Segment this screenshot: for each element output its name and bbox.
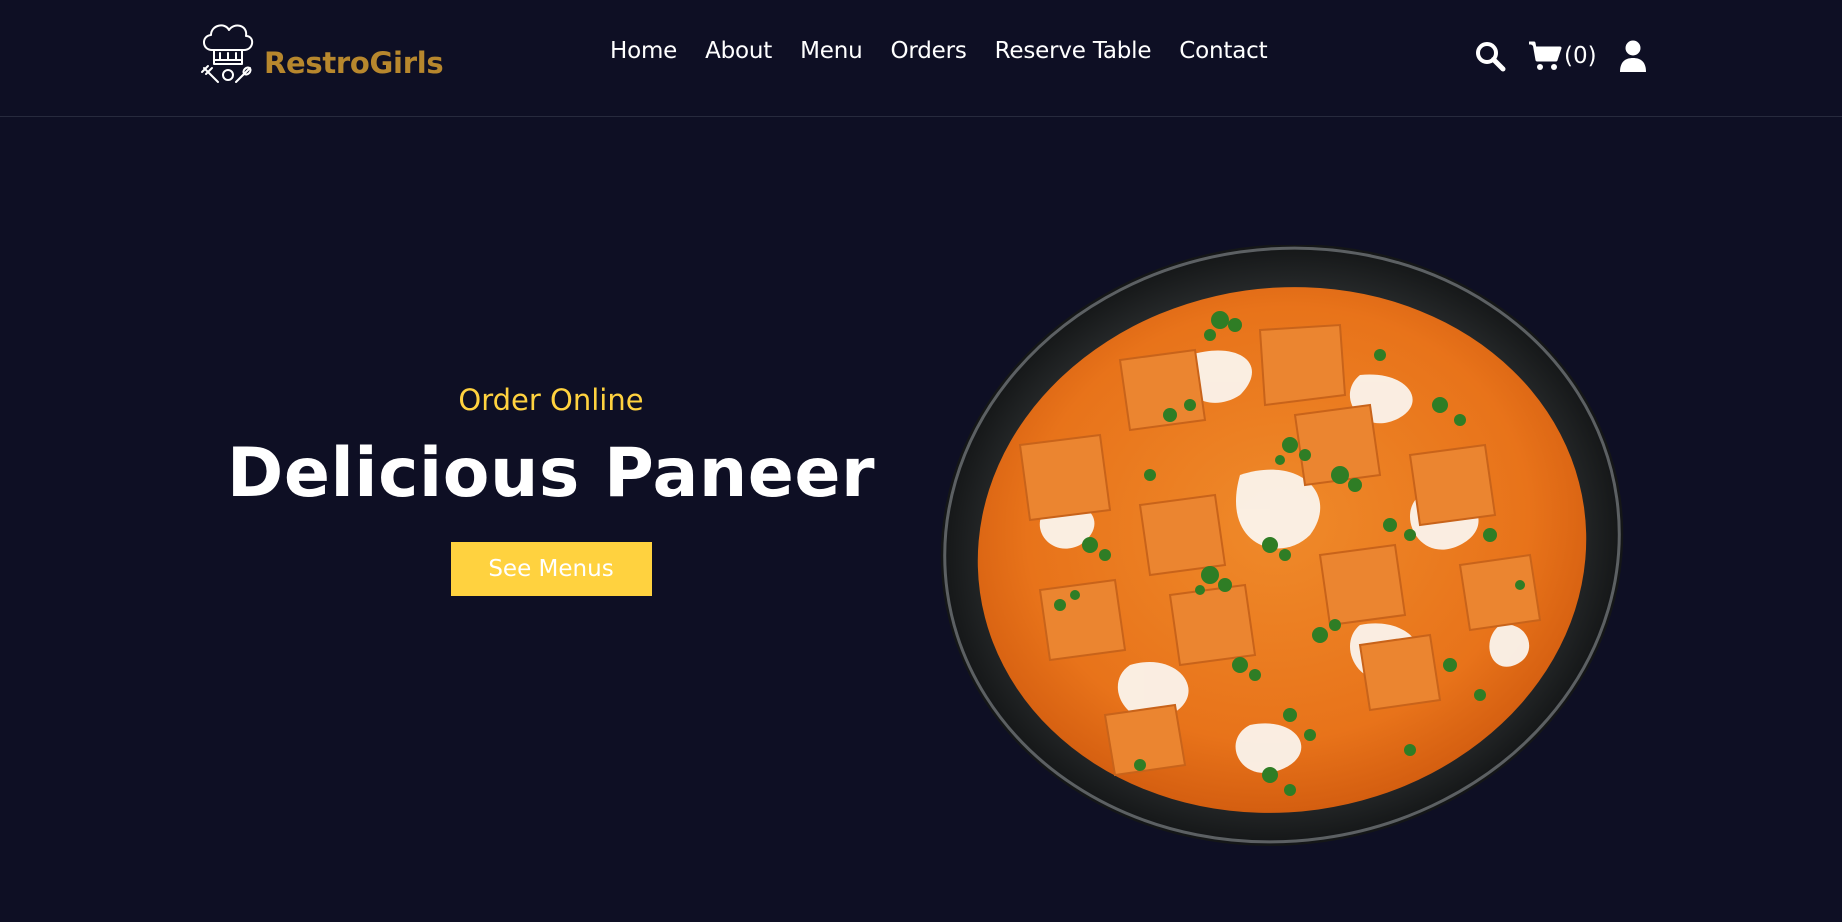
header-actions: (0): [1474, 36, 1647, 76]
nav-link-home[interactable]: Home: [610, 38, 677, 64]
search-button[interactable]: [1474, 40, 1506, 72]
user-account-button[interactable]: [1619, 40, 1647, 72]
cart-count: (0): [1564, 43, 1597, 69]
site-header: RestroGirls Home About Menu Orders Reser…: [0, 0, 1842, 117]
main-nav: Home About Menu Orders Reserve Table Con…: [610, 38, 1268, 64]
brand-name: RestroGirls: [264, 46, 444, 80]
hero-title: Delicious Paneer: [226, 434, 876, 513]
see-menus-button[interactable]: See Menus: [450, 542, 652, 596]
nav-link-contact[interactable]: Contact: [1179, 38, 1267, 64]
nav-link-orders[interactable]: Orders: [891, 38, 967, 64]
user-icon: [1619, 40, 1646, 72]
search-icon: [1476, 42, 1506, 72]
chef-hat-icon: [201, 24, 254, 83]
hero-subtitle: Order Online: [458, 383, 644, 417]
shopping-cart-icon: [1529, 41, 1562, 70]
nav-link-reserve-table[interactable]: Reserve Table: [995, 38, 1152, 64]
brand-logo-link[interactable]: RestroGirls: [198, 18, 444, 88]
nav-link-menu[interactable]: Menu: [800, 38, 863, 64]
hero-text: Order Online Delicious Paneer See Menus: [190, 370, 912, 596]
cart-button[interactable]: (0): [1528, 40, 1597, 72]
paneer-dish-image: [940, 245, 1624, 846]
nav-link-about[interactable]: About: [705, 38, 772, 64]
